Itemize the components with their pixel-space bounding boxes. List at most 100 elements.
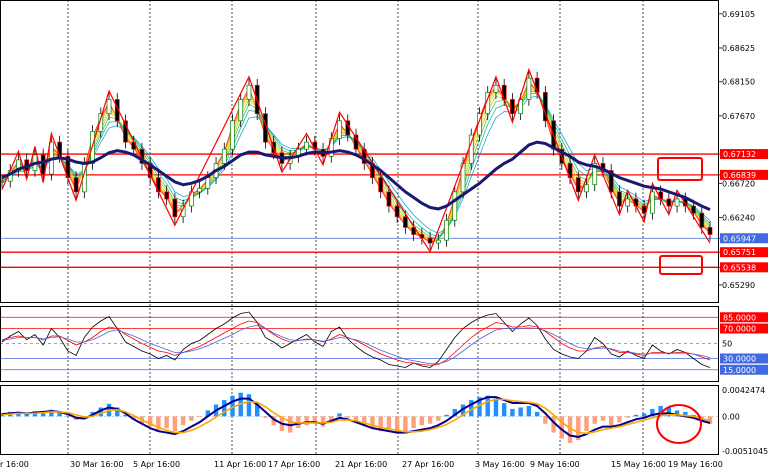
price-tag-label: 0.65751 [723,248,756,257]
candle-body [699,212,705,228]
macd-hist-bar [625,416,630,418]
macd-hist-bar [172,416,178,432]
macd-hist-bar [246,394,252,417]
macd-hist-bar [403,416,408,432]
chart-window: 85.0000 70.0000 50 30.0000 15.0000 0.0042474… [0,0,770,473]
price-tag-label: 0.65538 [723,263,756,272]
y-tick-label: 0.66240 [722,213,755,222]
zigzag [1,67,711,253]
candle-body [452,191,458,221]
macd-hist-bar [222,400,227,417]
time-axis: r 16:00 30 Mar 16:00 5 Apr 16:00 11 Apr 16:… [0,460,723,469]
macd-hist-bar [164,416,169,429]
candle-body [650,191,655,214]
macd-hist-bar [633,414,639,417]
macd-hist-bar [609,416,614,426]
candle-body [674,198,680,207]
osc-pane-frame [0,306,719,382]
osc-level-tag-label: 15.0000 [723,366,756,375]
candle-body [584,184,589,193]
x-tick-label: 5 Apr 16:00 [133,460,180,469]
annotation-box-lower [659,255,703,275]
macd-hist-bar [501,403,507,417]
macd-hist-bar [641,413,647,417]
x-tick-label: 15 May 16:00 [611,460,666,469]
x-tick-label: 9 May 16:00 [530,460,580,469]
candle-body [427,237,433,244]
price-axis: 0.691050.686250.681500.676700.671320.668… [718,10,768,290]
candle-body [444,219,449,241]
x-tick-label: 19 May 16:00 [668,460,723,469]
candle-body [493,84,499,93]
macd-hist-bar [600,416,606,421]
price-tag-label: 0.65947 [723,234,756,243]
candle-body [106,99,112,115]
candle-body [575,177,581,193]
macd-hist-bar [304,416,309,426]
candle-body [246,84,252,100]
macd-hist-bar [543,416,548,424]
y-tick-label: 0.66720 [722,179,755,188]
candle-body [172,198,178,218]
zigzag-line [1,67,711,253]
x-tick-label: 11 Apr 16:00 [214,460,266,469]
macd-pane: 0.0042474 0.00 -0.0051045 [0,386,768,456]
candle-body [625,198,631,207]
candle-body [304,141,309,150]
macd-hist-bar [320,416,326,427]
macd-hist-bar [427,416,433,424]
candle-body [666,198,672,207]
macd-hist-bar [534,411,540,417]
y-tick-label: 0.68150 [722,78,755,87]
candle-body [205,177,211,189]
chart-canvas: 85.0000 70.0000 50 30.0000 15.0000 0.0042474… [0,0,768,469]
candle-body [691,205,696,214]
macd-hist-bar [436,416,441,421]
y-tick-label: 0.68625 [722,44,755,53]
macd-tick-label: 0.00 [722,412,740,421]
macd-hist-bar [24,414,29,417]
candle-body [526,77,532,100]
macd-hist-bar [180,416,186,426]
x-tick-label: 30 Mar 16:00 [70,460,123,469]
y-tick-label: 0.69105 [722,10,755,19]
macd-hist-bar [189,416,194,421]
candle-body [403,216,408,228]
macd-hist-bar [518,407,523,417]
macd-hist-bar [419,416,425,426]
osc-level-tag-label: 85.0000 [723,313,756,322]
macd-tick-label: 0.0042474 [722,386,765,395]
y-tick-label: 0.65290 [722,281,755,290]
x-tick-label: 27 Apr 16:00 [402,460,454,469]
macd-hist-bar [40,413,46,417]
osc-level-tag-label: 30.0000 [723,355,756,364]
candle-body [230,120,235,150]
candle-body [386,191,392,207]
candle-body [238,99,244,122]
x-tick-label: 3 May 16:00 [475,460,525,469]
macd-hist-bar [411,416,416,429]
candle-body [641,205,647,214]
x-tick-label: 21 Apr 16:00 [335,460,387,469]
macd-hist-bar [617,416,622,423]
candle-body [435,239,441,244]
macd-hist-bar [263,416,268,418]
macd-hist-bar [510,408,515,417]
candle-body [197,187,202,193]
candle-body [164,191,170,200]
candle-body [510,99,515,115]
macd-hist-bar [386,416,392,430]
macd-hist-bar [485,395,490,417]
candle-body [707,227,713,235]
macd-tick-label: -0.0051045 [722,447,768,456]
candle-body [73,177,79,193]
macd-hist-bar [197,416,202,418]
osc-tick-label: 50 [722,340,732,349]
x-tick-label: r 16:00 [0,460,29,469]
price-tag-label: 0.67132 [723,150,756,159]
candle-body [337,120,342,139]
candle-body [221,148,227,164]
macd-hist-bar [345,416,350,418]
osc-level-tag-label: 70.0000 [723,325,756,334]
y-tick-label: 0.67670 [722,112,755,121]
